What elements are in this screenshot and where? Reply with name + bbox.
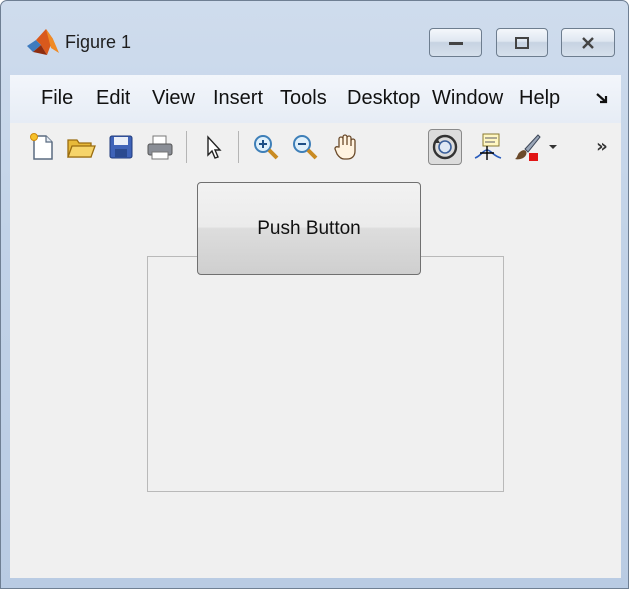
figure-window: Figure 1 File Edit View Insert Tools Des… — [0, 0, 629, 589]
toolbar-separator — [186, 131, 187, 163]
save-button[interactable] — [104, 129, 138, 165]
data-cursor-button[interactable] — [471, 129, 505, 165]
data-cursor-icon — [474, 133, 502, 160]
close-button[interactable] — [561, 28, 615, 57]
new-figure-button[interactable] — [25, 129, 59, 165]
pointer-icon — [207, 135, 222, 159]
pan-icon — [334, 134, 356, 160]
figure-toolbar: » — [10, 123, 621, 174]
zoom-out-button[interactable] — [288, 129, 322, 165]
pan-button[interactable] — [328, 129, 362, 165]
minimize-button[interactable] — [429, 28, 482, 57]
toolbar-separator — [238, 131, 239, 163]
menu-desktop[interactable]: Desktop — [347, 87, 423, 110]
maximize-button[interactable] — [496, 28, 548, 57]
minimize-icon — [448, 41, 463, 45]
chevron-down-icon — [549, 145, 557, 149]
menu-view[interactable]: View — [152, 87, 206, 110]
brush-button[interactable] — [510, 129, 544, 165]
rotate-3d-icon — [432, 134, 458, 160]
print-button[interactable] — [143, 129, 177, 165]
new-figure-icon — [30, 133, 53, 160]
save-icon — [109, 135, 133, 159]
brush-icon — [515, 134, 541, 161]
ui-panel — [147, 256, 504, 492]
menu-overflow-icon[interactable] — [595, 92, 609, 106]
open-file-button[interactable] — [64, 129, 98, 165]
zoom-in-button[interactable] — [249, 129, 283, 165]
menu-help[interactable]: Help — [519, 87, 567, 110]
menu-tools[interactable]: Tools — [280, 87, 337, 110]
maximize-icon — [515, 36, 529, 49]
rotate-3d-button[interactable] — [428, 129, 462, 165]
zoom-in-icon — [254, 135, 279, 160]
close-icon — [582, 36, 594, 49]
matlab-logo-icon — [27, 29, 59, 55]
title-bar[interactable]: Figure 1 — [1, 1, 628, 67]
pointer-button[interactable] — [197, 129, 231, 165]
menu-file[interactable]: File — [41, 87, 73, 110]
toolbar-overflow-button[interactable]: » — [590, 129, 614, 165]
print-icon — [147, 135, 173, 160]
open-file-icon — [67, 139, 96, 158]
zoom-out-icon — [293, 135, 318, 160]
window-title: Figure 1 — [65, 32, 132, 52]
brush-dropdown-button[interactable] — [545, 129, 561, 165]
menu-insert[interactable]: Insert — [213, 87, 270, 110]
menu-window[interactable]: Window — [432, 87, 510, 110]
menu-edit[interactable]: Edit — [96, 87, 130, 110]
more-tools-icon: » — [596, 136, 608, 157]
push-button[interactable]: Push Button — [197, 182, 421, 275]
menu-bar: File Edit View Insert Tools Desktop Wind… — [10, 75, 621, 124]
